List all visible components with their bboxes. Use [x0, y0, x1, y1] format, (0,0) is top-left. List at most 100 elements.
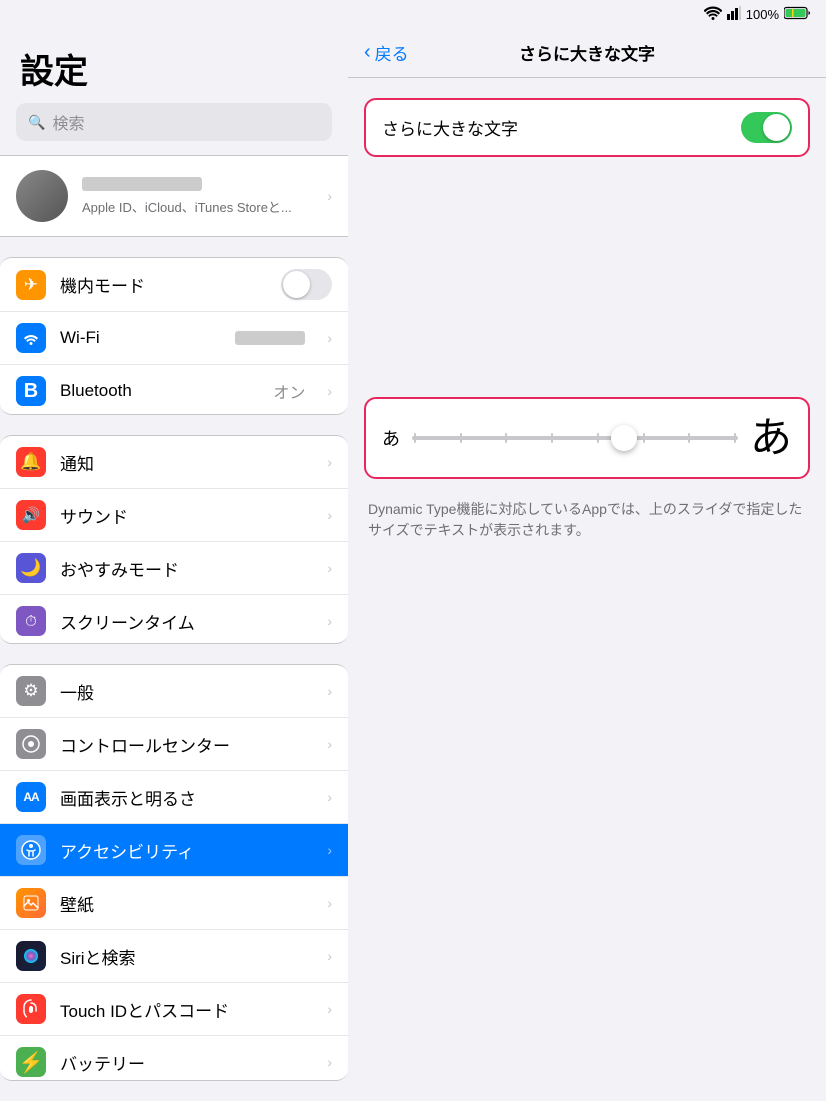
- display-chevron: ›: [327, 789, 332, 805]
- sidebar-item-display[interactable]: AA 画面表示と明るさ ›: [0, 771, 348, 824]
- sidebar-item-general[interactable]: ⚙ 一般 ›: [0, 665, 348, 718]
- main-layout: 設定 🔍 検索 Apple ID、iCloud、iTunes Storeと...…: [0, 28, 826, 1101]
- tick-1: [414, 433, 416, 443]
- apps-section: 🔔 通知 › 🔊 サウンド › 🌙 おやすみモード › ⏱ スクリーンタイム ›: [0, 435, 348, 644]
- right-header: ‹ 戻る さらに大きな文字: [348, 28, 826, 78]
- slider-thumb[interactable]: [611, 425, 637, 451]
- battery-icon: [784, 6, 812, 23]
- slider-track: [412, 436, 738, 440]
- signal-icon: [727, 6, 741, 23]
- sidebar-item-wallpaper[interactable]: 壁紙 ›: [0, 877, 348, 930]
- controlcenter-label: コントロールセンター: [60, 732, 309, 757]
- sidebar-item-screentime[interactable]: ⏱ スクリーンタイム ›: [0, 595, 348, 644]
- sidebar-title: 設定: [0, 28, 348, 103]
- font-size-description: Dynamic Type機能に対応しているAppでは、上のスライダで指定したサイ…: [364, 499, 810, 541]
- slider-container[interactable]: [412, 420, 738, 456]
- battery-label: バッテリー: [60, 1050, 309, 1075]
- tick-7: [688, 433, 690, 443]
- tick-2: [460, 433, 462, 443]
- siri-chevron: ›: [327, 948, 332, 964]
- accessibility-icon: [16, 835, 46, 865]
- donotdisturb-chevron: ›: [327, 560, 332, 576]
- sidebar-item-controlcenter[interactable]: コントロールセンター ›: [0, 718, 348, 771]
- donotdisturb-icon: 🌙: [16, 553, 46, 583]
- wifi-label: Wi-Fi: [60, 328, 221, 348]
- sidebar-item-battery[interactable]: ⚡ バッテリー ›: [0, 1036, 348, 1081]
- siri-icon: [16, 941, 46, 971]
- bluetooth-label: Bluetooth: [60, 381, 259, 401]
- right-panel-title: さらに大きな文字: [519, 40, 655, 65]
- donotdisturb-label: おやすみモード: [60, 556, 309, 581]
- sounds-icon: 🔊: [16, 500, 46, 530]
- airplane-label: 機内モード: [60, 272, 267, 297]
- display-icon: AA: [16, 782, 46, 812]
- touchid-label: Touch IDとパスコード: [60, 997, 309, 1022]
- right-panel: ‹ 戻る さらに大きな文字 さらに大きな文字 あ: [348, 28, 826, 1101]
- airplane-toggle[interactable]: [281, 269, 332, 300]
- wifi-settings-icon: [16, 323, 46, 353]
- battery-settings-icon: ⚡: [16, 1047, 46, 1077]
- status-icons: 100%: [704, 6, 812, 23]
- display-label: 画面表示と明るさ: [60, 785, 309, 810]
- screentime-icon: ⏱: [16, 606, 46, 636]
- search-icon: 🔍: [28, 114, 45, 131]
- wifi-chevron: ›: [327, 330, 332, 346]
- large-text-toggle[interactable]: [741, 112, 792, 143]
- account-chevron: ›: [327, 188, 332, 204]
- search-placeholder: 検索: [52, 110, 84, 134]
- airplane-icon: ✈: [16, 270, 46, 300]
- accessibility-chevron: ›: [327, 842, 332, 858]
- bluetooth-chevron: ›: [327, 383, 332, 399]
- notifications-icon: 🔔: [16, 447, 46, 477]
- account-name-blur: [82, 177, 202, 191]
- spacer: [364, 177, 810, 377]
- status-bar: 100%: [0, 0, 826, 28]
- back-button[interactable]: ‹ 戻る: [364, 40, 409, 65]
- bluetooth-icon: B: [16, 376, 46, 406]
- screentime-chevron: ›: [327, 613, 332, 629]
- sidebar-item-accessibility[interactable]: アクセシビリティ ›: [0, 824, 348, 877]
- sidebar: 設定 🔍 検索 Apple ID、iCloud、iTunes Storeと...…: [0, 28, 348, 1101]
- general-label: 一般: [60, 679, 309, 704]
- sidebar-item-notifications[interactable]: 🔔 通知 ›: [0, 436, 348, 489]
- account-row[interactable]: Apple ID、iCloud、iTunes Storeと... ›: [0, 155, 348, 237]
- wifi-value: [235, 331, 305, 345]
- controlcenter-icon: [16, 729, 46, 759]
- sidebar-item-siri[interactable]: Siriと検索 ›: [0, 930, 348, 983]
- system-section: ⚙ 一般 › コントロールセンター › AA 画面表示と明るさ ›: [0, 664, 348, 1081]
- wifi-icon: [704, 6, 722, 23]
- search-bar[interactable]: 🔍 検索: [16, 103, 332, 141]
- touchid-icon: [16, 994, 46, 1024]
- siri-label: Siriと検索: [60, 944, 309, 969]
- wallpaper-chevron: ›: [327, 895, 332, 911]
- sidebar-item-airplane[interactable]: ✈ 機内モード: [0, 258, 348, 312]
- large-text-toggle-row: さらに大きな文字: [364, 98, 810, 157]
- back-label: 戻る: [375, 40, 409, 65]
- bluetooth-value: オン: [273, 379, 305, 403]
- sidebar-item-sounds[interactable]: 🔊 サウンド ›: [0, 489, 348, 542]
- screentime-label: スクリーンタイム: [60, 609, 309, 634]
- wallpaper-label: 壁紙: [60, 891, 309, 916]
- battery-percent: 100%: [746, 7, 779, 22]
- sounds-label: サウンド: [60, 503, 309, 528]
- sounds-chevron: ›: [327, 507, 332, 523]
- battery-chevron: ›: [327, 1054, 332, 1070]
- sidebar-item-wifi[interactable]: Wi-Fi ›: [0, 312, 348, 365]
- notifications-label: 通知: [60, 450, 309, 475]
- sidebar-item-donotdisturb[interactable]: 🌙 おやすみモード ›: [0, 542, 348, 595]
- general-chevron: ›: [327, 683, 332, 699]
- tick-4: [551, 433, 553, 443]
- network-section: ✈ 機内モード Wi-Fi › B: [0, 257, 348, 415]
- controlcenter-chevron: ›: [327, 736, 332, 752]
- sidebar-item-bluetooth[interactable]: B Bluetooth オン ›: [0, 365, 348, 415]
- right-content: さらに大きな文字 あ: [348, 78, 826, 561]
- general-icon: ⚙: [16, 676, 46, 706]
- avatar: [16, 170, 68, 222]
- sidebar-item-touchid[interactable]: Touch IDとパスコード ›: [0, 983, 348, 1036]
- wallpaper-icon: [16, 888, 46, 918]
- account-description: Apple ID、iCloud、iTunes Storeと...: [82, 197, 309, 216]
- font-size-slider-section: あ: [364, 397, 810, 479]
- tick-3: [505, 433, 507, 443]
- tick-6: [643, 433, 645, 443]
- tick-5: [597, 433, 599, 443]
